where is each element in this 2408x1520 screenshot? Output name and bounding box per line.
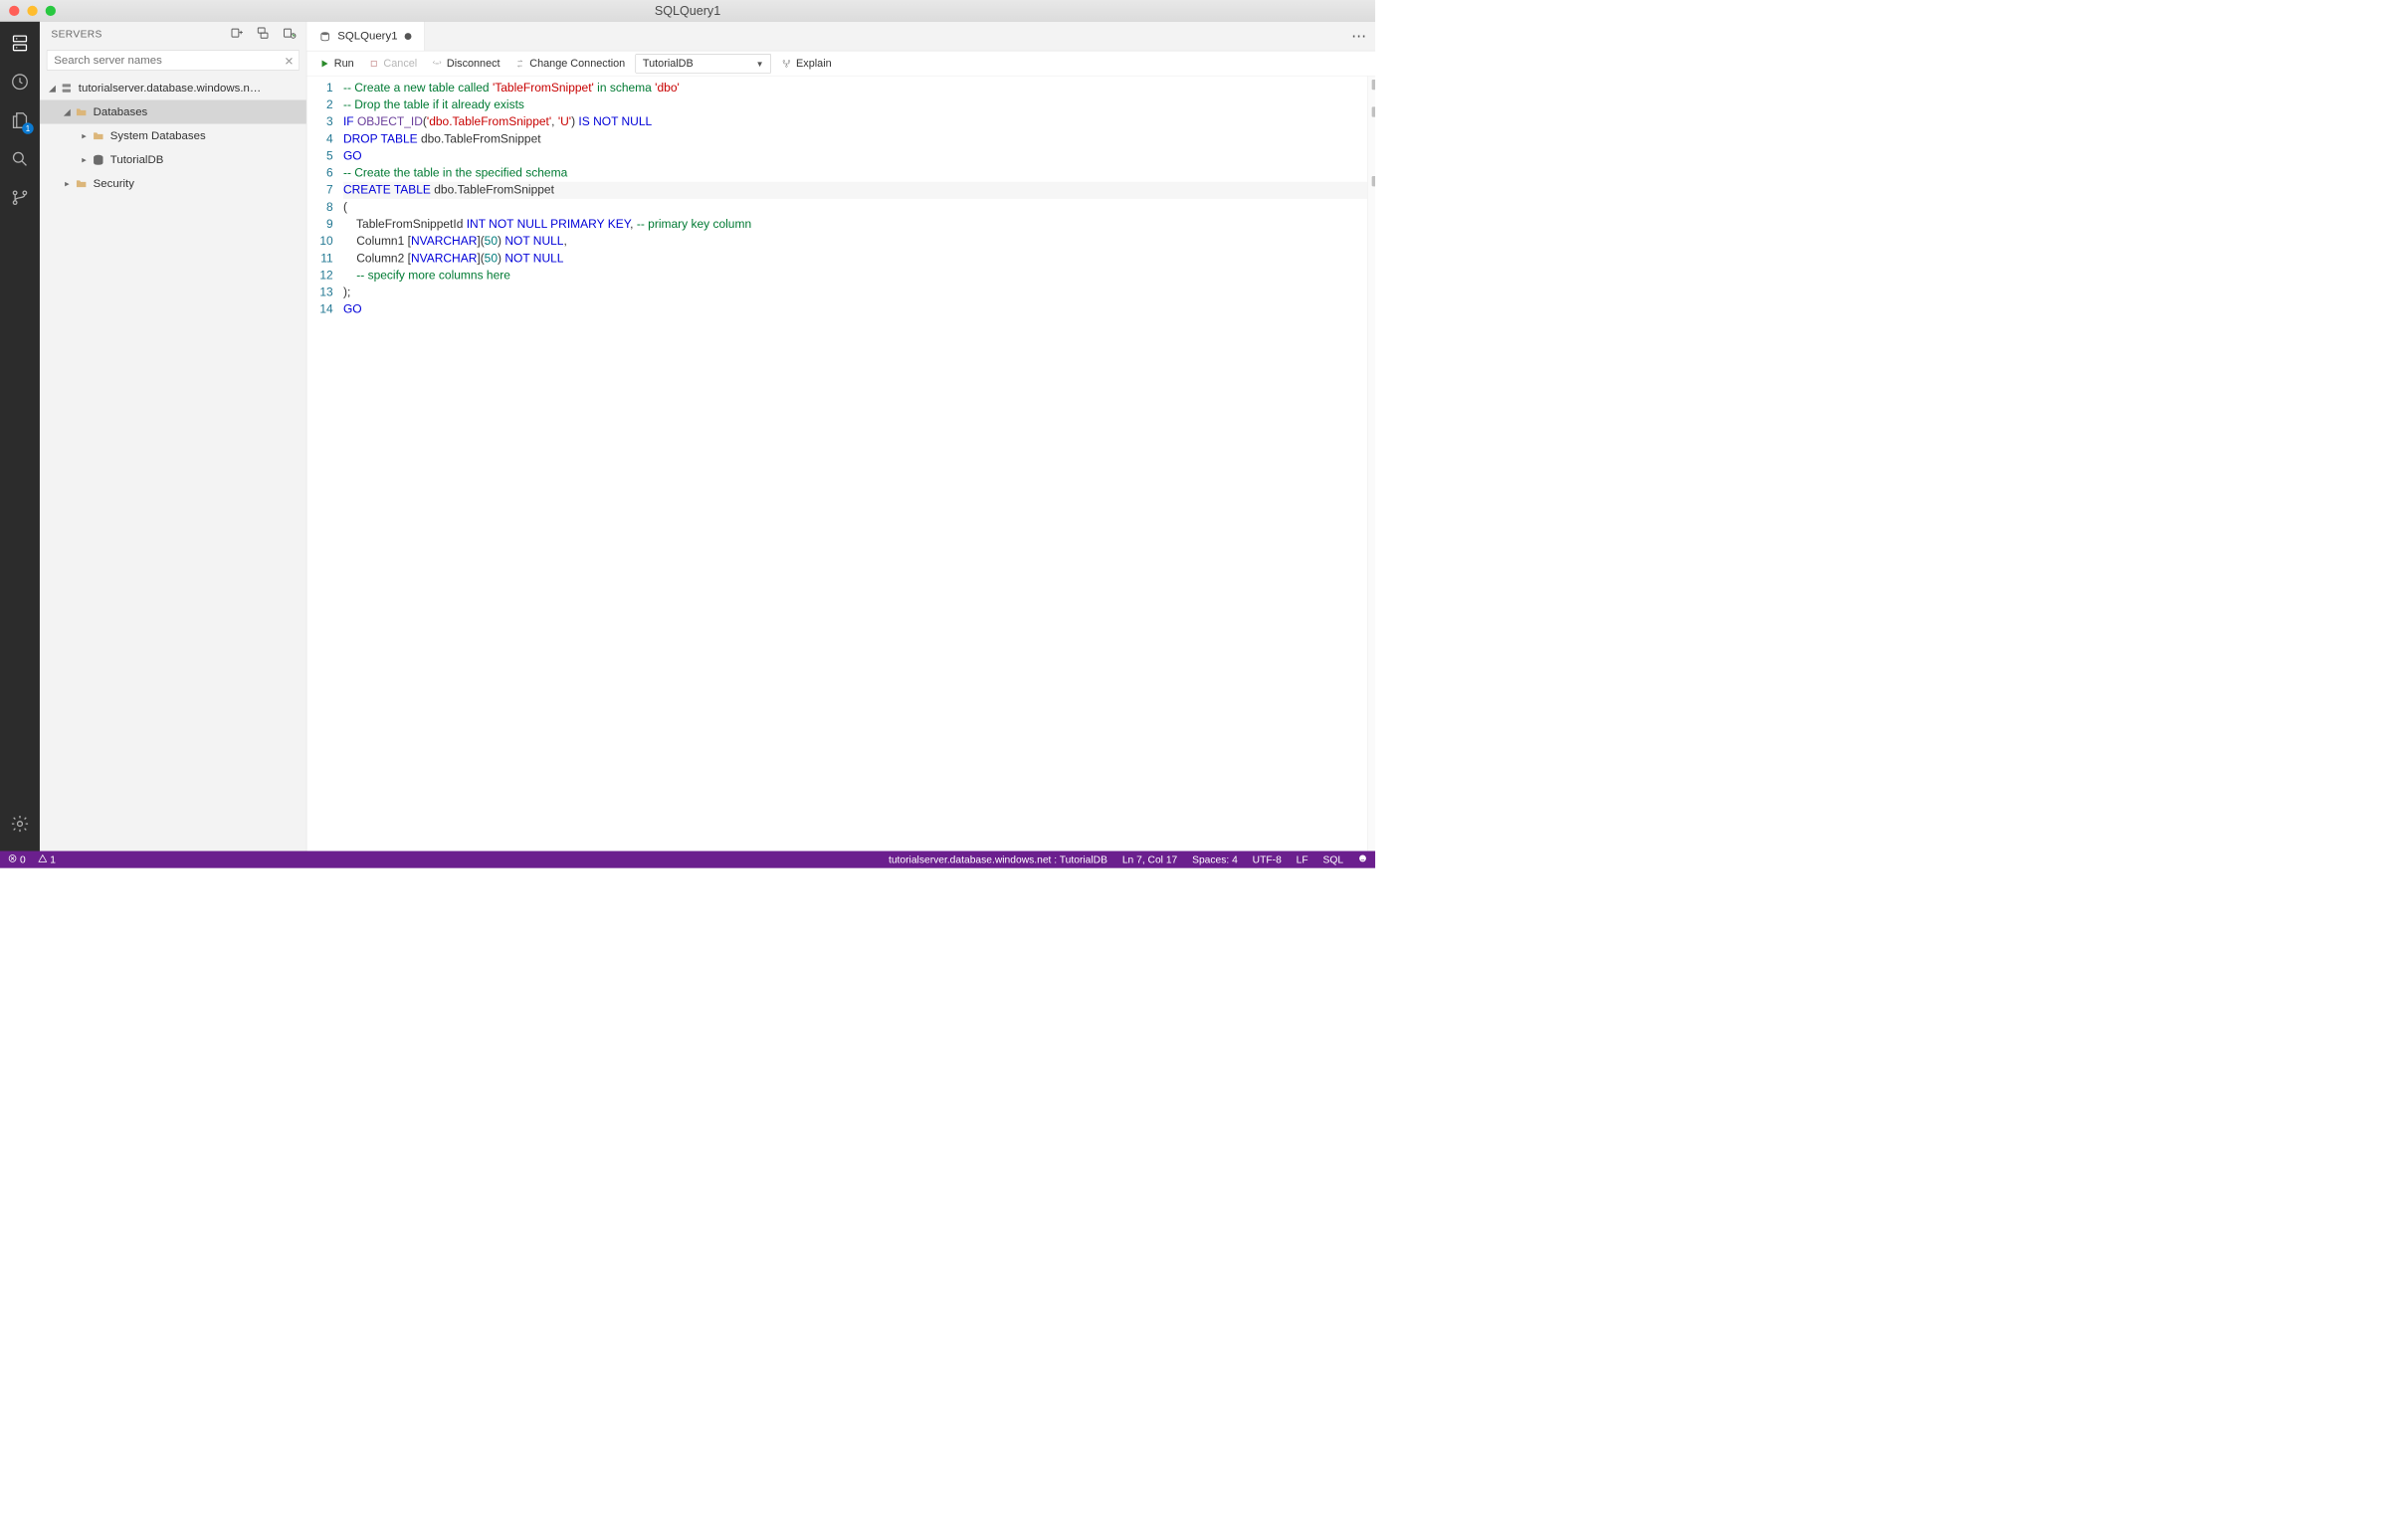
clock-icon <box>10 73 29 92</box>
status-encoding[interactable]: UTF-8 <box>1253 854 1282 865</box>
status-spaces[interactable]: Spaces: 4 <box>1192 854 1238 865</box>
chevron-down-icon: ▼ <box>756 59 764 68</box>
server-search-input[interactable] <box>47 50 300 71</box>
new-group-button[interactable] <box>257 26 271 43</box>
search-icon <box>10 149 29 168</box>
overview-marker <box>1372 176 1375 186</box>
tab-sqlquery1[interactable]: SQLQuery1 <box>306 22 424 51</box>
server-sync-icon <box>283 26 297 40</box>
maximize-window-button[interactable] <box>46 5 56 15</box>
chevron-right-icon: ▸ <box>63 178 72 189</box>
chevron-right-icon: ▸ <box>80 154 89 165</box>
overview-marker <box>1372 106 1375 116</box>
tree-node-system-databases[interactable]: ▸ System Databases <box>40 123 306 147</box>
tree-node-label: tutorialserver.database.windows.n… <box>79 82 261 95</box>
query-toolbar: Run Cancel Disconnect Change Connection … <box>306 51 1375 76</box>
settings-button[interactable] <box>9 813 32 836</box>
tree-node-label: System Databases <box>110 129 206 142</box>
tree-node-label: TutorialDB <box>110 153 164 166</box>
server-icon <box>61 82 74 95</box>
files-badge: 1 <box>22 122 33 133</box>
disconnect-button[interactable]: Disconnect <box>427 57 504 70</box>
tree-node-server[interactable]: ◢ tutorialserver.database.windows.n… <box>40 77 306 100</box>
chevron-down-icon: ◢ <box>63 106 72 117</box>
run-button[interactable]: Run <box>314 57 358 70</box>
explorer-view-button[interactable]: 1 <box>9 109 32 132</box>
editor-tabs: SQLQuery1 ⋯ <box>306 22 1375 52</box>
tab-overflow-button[interactable]: ⋯ <box>1342 22 1375 51</box>
folder-icon <box>75 105 88 118</box>
swap-icon <box>514 59 524 69</box>
folder-icon <box>93 129 105 142</box>
warning-icon <box>38 854 47 862</box>
search-view-button[interactable] <box>9 147 32 170</box>
chevron-right-icon: ▸ <box>80 130 89 141</box>
play-icon <box>319 59 329 69</box>
status-bar: 0 1 tutorialserver.database.windows.net … <box>0 852 1375 868</box>
code-editor[interactable]: 1234567891011121314 -- Create a new tabl… <box>306 77 1375 852</box>
clear-search-button[interactable]: ✕ <box>285 55 295 69</box>
line-number-gutter: 1234567891011121314 <box>306 77 343 852</box>
chevron-down-icon: ◢ <box>48 83 57 94</box>
minimap[interactable] <box>1367 77 1375 852</box>
server-search: ✕ <box>47 50 300 71</box>
folder-icon <box>75 177 88 190</box>
status-eol[interactable]: LF <box>1297 854 1308 865</box>
branch-icon <box>10 188 29 207</box>
errors-indicator[interactable]: 0 <box>8 854 26 865</box>
activity-bar: 1 <box>0 22 40 852</box>
database-icon <box>319 31 330 42</box>
tree-node-label: Security <box>94 177 134 190</box>
status-language[interactable]: SQL <box>1323 854 1344 865</box>
overview-marker <box>1372 80 1375 90</box>
status-position[interactable]: Ln 7, Col 17 <box>1122 854 1177 865</box>
error-icon <box>8 854 17 862</box>
plan-icon <box>781 59 791 69</box>
new-connection-button[interactable] <box>230 26 244 43</box>
database-icon <box>93 153 105 166</box>
window-controls <box>9 5 56 15</box>
status-connection[interactable]: tutorialserver.database.windows.net : Tu… <box>889 854 1107 865</box>
sidebar-title: SERVERS <box>51 28 101 40</box>
editor-area: SQLQuery1 ⋯ Run Cancel Disconnect Change… <box>306 22 1375 852</box>
code-content[interactable]: -- Create a new table called 'TableFromS… <box>343 77 1367 852</box>
smiley-icon <box>1358 854 1367 862</box>
server-tree: ◢ tutorialserver.database.windows.n… ◢ D… <box>40 77 306 196</box>
servers-view-button[interactable] <box>9 32 32 55</box>
tree-node-label: Databases <box>94 105 148 118</box>
tab-label: SQLQuery1 <box>337 30 397 43</box>
titlebar: SQLQuery1 <box>0 0 1375 22</box>
tree-node-security[interactable]: ▸ Security <box>40 171 306 195</box>
window-title: SQLQuery1 <box>655 3 720 18</box>
stop-icon <box>369 59 379 69</box>
history-view-button[interactable] <box>9 71 32 94</box>
change-connection-button[interactable]: Change Connection <box>510 57 630 70</box>
warnings-indicator[interactable]: 1 <box>38 854 56 865</box>
gear-icon <box>10 814 29 833</box>
database-dropdown[interactable]: TutorialDB ▼ <box>635 54 770 73</box>
close-window-button[interactable] <box>9 5 19 15</box>
tree-node-tutorialdb[interactable]: ▸ TutorialDB <box>40 147 306 171</box>
database-dropdown-value: TutorialDB <box>643 57 694 70</box>
source-control-view-button[interactable] <box>9 186 32 209</box>
server-group-icon <box>257 26 271 40</box>
server-icon <box>10 34 29 53</box>
minimize-window-button[interactable] <box>27 5 37 15</box>
cancel-button[interactable]: Cancel <box>364 57 422 70</box>
servers-sidebar: SERVERS ✕ ◢ tutorialserver.database.wind… <box>40 22 306 852</box>
explain-button[interactable]: Explain <box>777 57 837 70</box>
unsaved-indicator-icon <box>404 33 411 40</box>
server-plus-icon <box>230 26 244 40</box>
server-refresh-button[interactable] <box>283 26 297 43</box>
disconnect-icon <box>432 59 442 69</box>
tree-node-databases[interactable]: ◢ Databases <box>40 100 306 124</box>
feedback-button[interactable] <box>1358 854 1367 865</box>
